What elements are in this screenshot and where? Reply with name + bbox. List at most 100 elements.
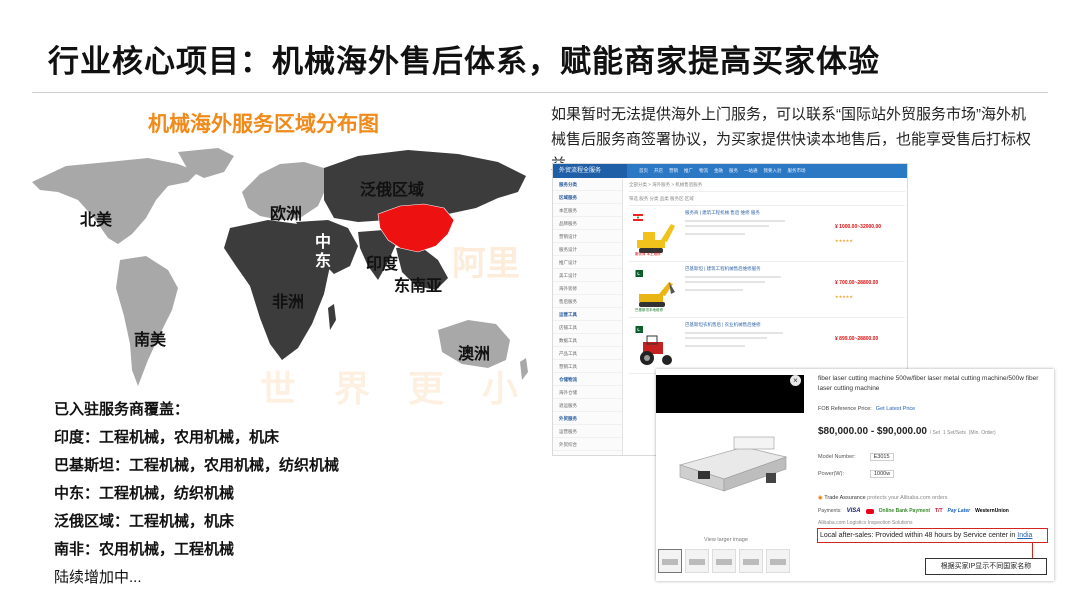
sidebar-item[interactable]: 退运服务 — [553, 399, 622, 412]
service-listing[interactable]: 巴基斯坦农机售后 | 农业机械售后维修 ¥ 899.00~28800.00 — [629, 318, 905, 374]
market-nav-item[interactable]: 首页 — [639, 164, 648, 178]
sidebar-item[interactable]: 服务设计 — [553, 243, 622, 256]
market-main: 全部分类 > 海外服务 > 机械售后服务 筛选 服务 分类 品类 服务区 区域 … — [629, 182, 905, 374]
market-nav-item[interactable]: 推广 — [684, 164, 693, 178]
price-unit: / Set — [929, 430, 941, 436]
laser-machine-image — [674, 425, 792, 499]
coverage-item: 巴基斯坦：工程机械，农用机械，纺织机械 — [54, 457, 340, 474]
excavator-thumbnail: 巴基斯坦本地维修 — [633, 274, 679, 312]
coverage-item: 印度：工程机械，农用机械，机床 — [54, 429, 280, 446]
market-nav-item[interactable]: 营销 — [669, 164, 678, 178]
label-india: 印度 — [366, 256, 399, 273]
pakistan-flag-icon — [633, 264, 643, 277]
breadcrumb[interactable]: 全部分类 > 海外服务 > 机械售后服务 — [629, 182, 905, 192]
get-latest-price-link[interactable]: Get Latest Price — [876, 406, 915, 412]
trade-assurance-icon: ◉ — [818, 495, 823, 501]
coverage-title: 已入驻服务商覆盖： — [54, 401, 190, 418]
thumbnail[interactable] — [712, 549, 736, 573]
view-larger-link[interactable]: View larger image — [704, 537, 748, 543]
sidebar-heading[interactable]: 外贸服务 — [553, 412, 622, 425]
coverage-item: 中东：工程机械，纺织机械 — [54, 485, 235, 502]
coverage-item: 南非：农用机械，工程机械 — [54, 541, 235, 558]
thumbnail[interactable] — [739, 549, 763, 573]
sidebar-heading[interactable]: 运营工具 — [553, 308, 622, 321]
model-row: Model Number: E3015 — [818, 453, 894, 461]
moq: 1 Set/Sets — [942, 430, 966, 436]
sidebar-heading[interactable]: 区域服务 — [553, 191, 622, 204]
thumbnail[interactable] — [766, 549, 790, 573]
market-nav-item[interactable]: 物流 — [699, 164, 708, 178]
market-nav-item[interactable]: 一站通 — [744, 164, 758, 178]
ip-country-note: 根据买家IP显示不同国家名称 — [925, 558, 1047, 575]
sidebar-item[interactable]: 品牌服务 — [553, 217, 622, 230]
trade-assurance-note: protects your Alibaba.com orders — [867, 495, 948, 501]
label-south-america: 南美 — [134, 332, 167, 349]
sidebar-item[interactable]: 美工设计 — [553, 269, 622, 282]
power-label: Power(W): — [818, 471, 844, 477]
sidebar-item[interactable]: 外贸综合 — [553, 438, 622, 451]
sidebar-item[interactable]: 运营服务 — [553, 425, 622, 438]
coverage-item: 泛俄区域：工程机械，机床 — [54, 513, 235, 530]
sidebar-heading[interactable]: 仓储物流 — [553, 373, 622, 386]
thumbnail[interactable] — [685, 549, 709, 573]
mastercard-icon — [865, 508, 874, 514]
listing-desc-line — [685, 289, 743, 291]
listing-desc-line — [685, 281, 765, 283]
price-row: $80,000.00 - $90,000.00 / Set 1 Set/Sets… — [818, 426, 996, 437]
sidebar-item[interactable]: 营销设计 — [553, 230, 622, 243]
sidebar-item[interactable]: 店铺工具 — [553, 321, 622, 334]
market-header-title: 外贸流程全服务 — [553, 164, 627, 178]
madagascar-shape — [328, 304, 336, 330]
market-nav-item[interactable]: 我要入驻 — [764, 164, 782, 178]
listing-desc-line — [685, 220, 785, 222]
market-header: 外贸流程全服务 首页 开店 营销 推广 物流 金融 服务 一站通 我要入驻 服务… — [553, 164, 907, 178]
power-row: Power(W): 1000w — [818, 470, 895, 478]
service-listing[interactable]: 巴基斯坦本地维修 巴基斯坦 | 建筑工程机械售后维修服务 ¥ 700.00~28… — [629, 262, 905, 318]
rating-stars-icon: ★★★★★ — [835, 238, 853, 243]
label-europe: 欧洲 — [270, 206, 303, 223]
listing-title[interactable]: 巴基斯坦 | 建筑工程机械售后维修服务 — [685, 266, 761, 272]
power-value: 1000w — [869, 470, 895, 478]
listing-desc-line — [685, 345, 745, 347]
sidebar-item[interactable]: 推广设计 — [553, 256, 622, 269]
sidebar-item[interactable]: 数据工具 — [553, 334, 622, 347]
listing-desc-line — [685, 276, 781, 278]
logistics-row[interactable]: Alibaba.com Logistics Inspection Solutio… — [818, 520, 913, 526]
market-nav-item[interactable]: 服务 — [729, 164, 738, 178]
sidebar-heading[interactable]: 服务分类 — [553, 178, 622, 191]
listing-title[interactable]: 服务商 | 建筑工程机械 售后 维修 服务 — [685, 210, 760, 216]
sidebar-item[interactable]: 售后服务 — [553, 295, 622, 308]
coverage-list: 印度：工程机械，农用机械，机床 巴基斯坦：工程机械，农用机械，纺织机械 中东：工… — [54, 424, 339, 592]
filter-bar[interactable]: 筛选 服务 分类 品类 服务区 区域 — [629, 196, 905, 206]
sidebar-item[interactable]: 海外装修 — [553, 282, 622, 295]
market-nav-item[interactable]: 金融 — [714, 164, 723, 178]
label-middle-east-2: 东 — [315, 253, 332, 270]
trade-assurance-label[interactable]: Trade Assurance — [824, 495, 865, 501]
thumbnail-strip — [658, 549, 790, 573]
lebanon-flag-icon — [633, 208, 643, 221]
sidebar-item[interactable]: 本区服务 — [553, 204, 622, 217]
sidebar-item[interactable]: 营销工具 — [553, 360, 622, 373]
visa-logo: VISA — [846, 508, 861, 514]
market-nav-item[interactable]: 开店 — [654, 164, 663, 178]
thumbnail[interactable] — [658, 549, 682, 573]
listing-title[interactable]: 巴基斯坦农机售后 | 农业机械售后维修 — [685, 322, 761, 328]
trade-assurance-row: ◉ Trade Assurance protects your Alibaba.… — [818, 495, 948, 501]
moq-note: (Min. Order) — [968, 430, 996, 436]
listing-desc-line — [685, 225, 769, 227]
service-listing[interactable]: 服务商 本土维修 服务商 | 建筑工程机械 售后 维修 服务 ¥ 1000.00… — [629, 206, 905, 262]
close-icon[interactable]: × — [790, 375, 801, 386]
pay-later-logo: Pay Later — [947, 508, 971, 514]
label-russia-region: 泛俄区域 — [360, 182, 425, 199]
listing-desc-line — [685, 332, 783, 334]
sidebar-item[interactable]: 海外仓储 — [553, 386, 622, 399]
market-nav-item[interactable]: 服务市场 — [788, 164, 806, 178]
market-nav: 首页 开店 营销 推广 物流 金融 服务 一站通 我要入驻 服务市场 — [639, 164, 806, 178]
callout-line — [1032, 543, 1033, 559]
rating-stars-icon: ★★★★★ — [835, 294, 853, 299]
listing-desc-line — [685, 233, 745, 235]
after-sales-country-link[interactable]: India — [1017, 532, 1032, 539]
online-bank-payment-logo: Online Bank Payment — [878, 508, 931, 514]
sidebar-item[interactable]: 产品工具 — [553, 347, 622, 360]
product-video-area[interactable] — [656, 375, 804, 413]
